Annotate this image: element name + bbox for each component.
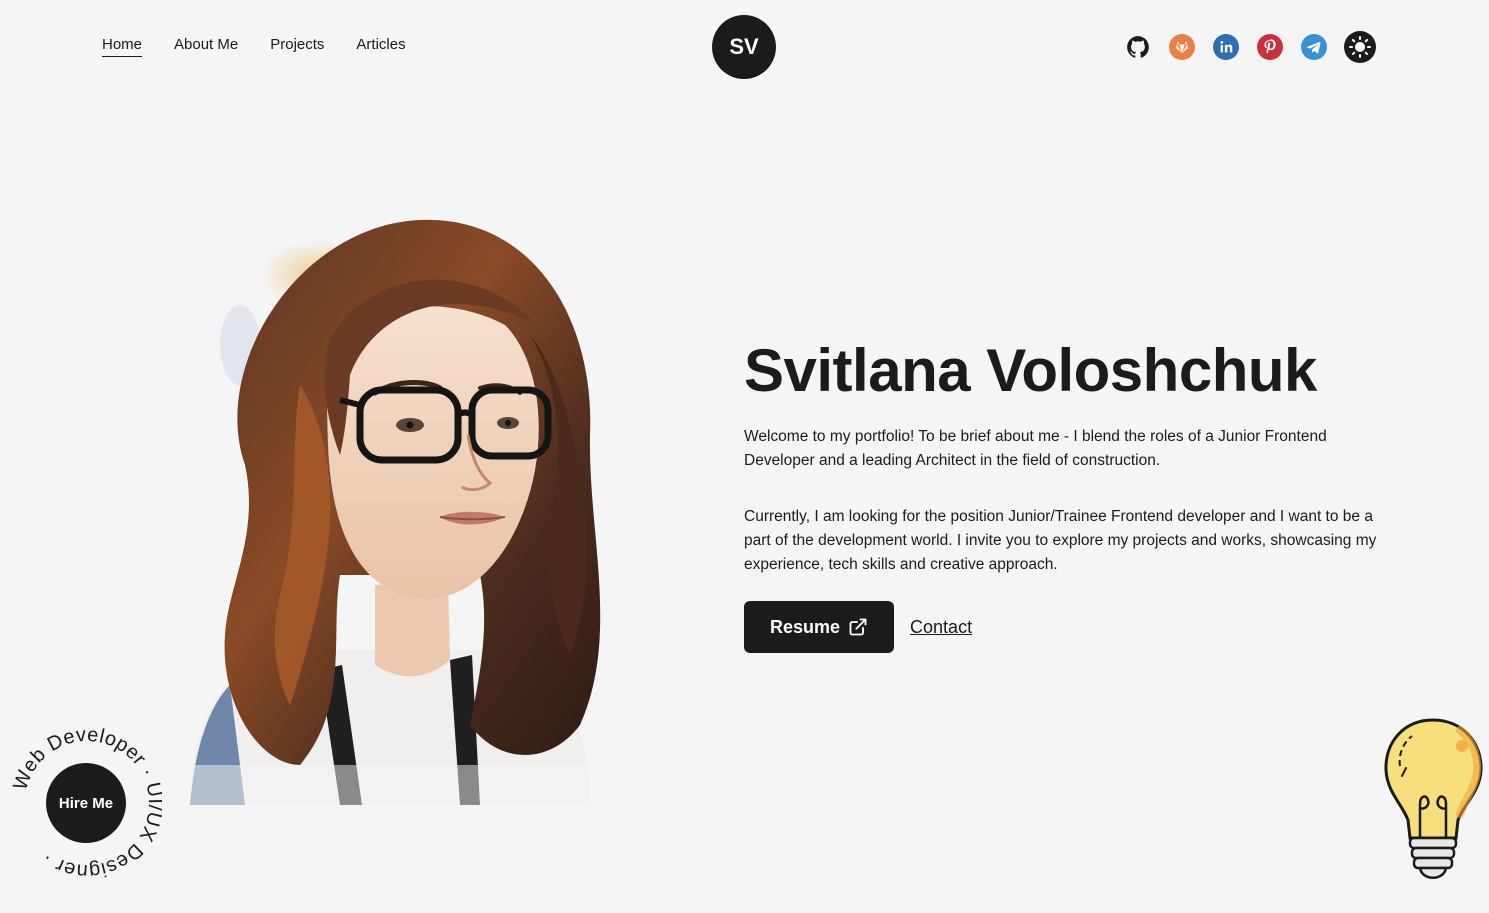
nav-projects-link[interactable]: Projects xyxy=(270,36,324,57)
external-link-icon xyxy=(849,618,867,636)
portfolio-page: Home About Me Projects Articles SV Svitl… xyxy=(0,0,1489,913)
theme-toggle-button[interactable] xyxy=(1344,31,1376,63)
linkedin-icon xyxy=(1213,34,1239,60)
hire-me-badge: Web Developer · UI/UX Designer · Hire Me xyxy=(9,724,165,882)
resume-button-label: Resume xyxy=(770,616,841,637)
contact-link[interactable]: Contact xyxy=(910,617,972,638)
lightbulb-icon xyxy=(1384,718,1483,879)
hire-me-button[interactable]: Hire Me xyxy=(46,763,126,843)
logo-badge[interactable]: SV xyxy=(712,15,776,79)
hero-current-text: Currently, I am looking for the position… xyxy=(744,508,1377,573)
main-nav: Home About Me Projects Articles xyxy=(102,36,406,57)
telegram-link[interactable] xyxy=(1300,33,1328,61)
github-link[interactable] xyxy=(1124,33,1152,61)
nav-home-link[interactable]: Home xyxy=(102,36,143,57)
gitlab-link[interactable] xyxy=(1168,33,1196,61)
hero-actions: Resume Contact xyxy=(744,601,1394,653)
profile-portrait-image xyxy=(150,219,630,805)
sun-icon xyxy=(1349,36,1371,58)
hero-intro-text: Welcome to my portfolio! To be brief abo… xyxy=(744,428,1327,469)
github-icon xyxy=(1127,36,1149,58)
pinterest-link[interactable] xyxy=(1256,33,1284,61)
resume-button[interactable]: Resume xyxy=(744,601,895,653)
nav-articles-link[interactable]: Articles xyxy=(356,36,405,57)
pinterest-icon xyxy=(1257,34,1283,60)
social-links xyxy=(1124,31,1376,63)
gitlab-icon xyxy=(1169,34,1195,60)
telegram-icon xyxy=(1301,34,1327,60)
linkedin-link[interactable] xyxy=(1212,33,1240,61)
hero-section: Svitlana Voloshchuk Welcome to my portfo… xyxy=(744,335,1394,653)
nav-about-link[interactable]: About Me xyxy=(174,36,238,57)
hero-name-heading: Svitlana Voloshchuk xyxy=(744,337,1317,404)
